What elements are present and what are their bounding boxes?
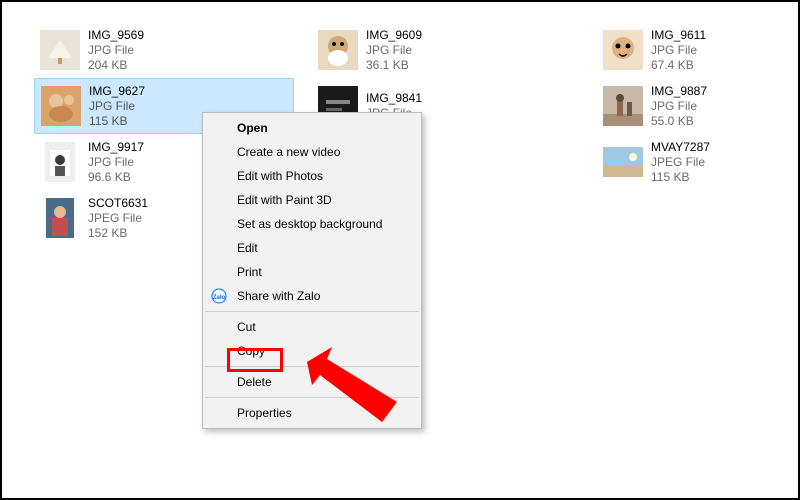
context-menu[interactable]: Open Create a new video Edit with Photos… <box>202 112 422 429</box>
file-meta: MVAY7287 JPEG File 115 KB <box>651 140 710 185</box>
menu-item-delete[interactable]: Delete <box>203 370 421 394</box>
file-size: 67.4 KB <box>651 58 706 73</box>
file-size: 115 KB <box>89 114 145 129</box>
file-name: IMG_9887 <box>651 84 707 99</box>
file-size: 115 KB <box>651 170 710 185</box>
file-name: SCOT6631 <box>88 196 148 211</box>
file-name: IMG_9841 <box>366 91 422 106</box>
file-type: JPG File <box>366 43 422 58</box>
svg-text:Zalo: Zalo <box>213 295 226 301</box>
menu-item-print[interactable]: Print <box>203 260 421 284</box>
file-item[interactable]: IMG_9569 JPG File 204 KB <box>34 22 294 78</box>
file-column: IMG_9611 JPG File 67.4 KB IMG_9887 JPG F… <box>597 2 787 190</box>
file-thumbnail-icon <box>603 30 643 70</box>
menu-separator <box>205 397 419 398</box>
menu-item-label: Share with Zalo <box>237 289 320 303</box>
file-size: 96.6 KB <box>88 170 144 185</box>
menu-separator <box>205 311 419 312</box>
file-item[interactable]: MVAY7287 JPEG File 115 KB <box>597 134 787 190</box>
file-size: 204 KB <box>88 58 144 73</box>
menu-item-edit[interactable]: Edit <box>203 236 421 260</box>
file-item[interactable]: IMG_9887 JPG File 55.0 KB <box>597 78 787 134</box>
file-meta: IMG_9609 JPG File 36.1 KB <box>366 28 422 73</box>
menu-item-copy[interactable]: Copy <box>203 339 421 363</box>
file-thumbnail-icon <box>41 86 81 126</box>
file-thumbnail-icon <box>603 142 643 182</box>
file-thumbnail-icon <box>40 30 80 70</box>
file-item[interactable]: IMG_9609 JPG File 36.1 KB <box>312 22 572 78</box>
file-name: IMG_9609 <box>366 28 422 43</box>
file-type: JPG File <box>89 99 145 114</box>
file-type: JPEG File <box>88 211 148 226</box>
file-name: IMG_9611 <box>651 28 706 43</box>
file-meta: IMG_9887 JPG File 55.0 KB <box>651 84 707 129</box>
file-thumbnail-icon <box>40 142 80 182</box>
file-name: IMG_9917 <box>88 140 144 155</box>
menu-item-share-zalo[interactable]: Zalo Share with Zalo <box>203 284 421 308</box>
menu-item-create-video[interactable]: Create a new video <box>203 140 421 164</box>
file-meta: SCOT6631 JPEG File 152 KB <box>88 196 148 241</box>
file-type: JPG File <box>651 43 706 58</box>
file-name: IMG_9627 <box>89 84 145 99</box>
file-list-pane[interactable]: IMG_9569 JPG File 204 KB IMG_9627 JPG Fi… <box>2 2 798 24</box>
menu-item-edit-paint3d[interactable]: Edit with Paint 3D <box>203 188 421 212</box>
file-size: 36.1 KB <box>366 58 422 73</box>
file-thumbnail-icon <box>318 30 358 70</box>
file-thumbnail-icon <box>40 198 80 238</box>
file-meta: IMG_9627 JPG File 115 KB <box>89 84 145 129</box>
file-type: JPG File <box>88 43 144 58</box>
file-size: 55.0 KB <box>651 114 707 129</box>
menu-item-edit-photos[interactable]: Edit with Photos <box>203 164 421 188</box>
menu-item-set-background[interactable]: Set as desktop background <box>203 212 421 236</box>
zalo-icon: Zalo <box>211 288 227 304</box>
file-meta: IMG_9611 JPG File 67.4 KB <box>651 28 706 73</box>
file-type: JPG File <box>88 155 144 170</box>
menu-item-cut[interactable]: Cut <box>203 315 421 339</box>
file-name: MVAY7287 <box>651 140 710 155</box>
file-type: JPEG File <box>651 155 710 170</box>
menu-separator <box>205 366 419 367</box>
file-type: JPG File <box>651 99 707 114</box>
file-name: IMG_9569 <box>88 28 144 43</box>
menu-item-properties[interactable]: Properties <box>203 401 421 425</box>
file-thumbnail-icon <box>603 86 643 126</box>
file-meta: IMG_9569 JPG File 204 KB <box>88 28 144 73</box>
file-size: 152 KB <box>88 226 148 241</box>
file-item[interactable]: IMG_9611 JPG File 67.4 KB <box>597 22 787 78</box>
file-meta: IMG_9917 JPG File 96.6 KB <box>88 140 144 185</box>
menu-item-open[interactable]: Open <box>203 116 421 140</box>
